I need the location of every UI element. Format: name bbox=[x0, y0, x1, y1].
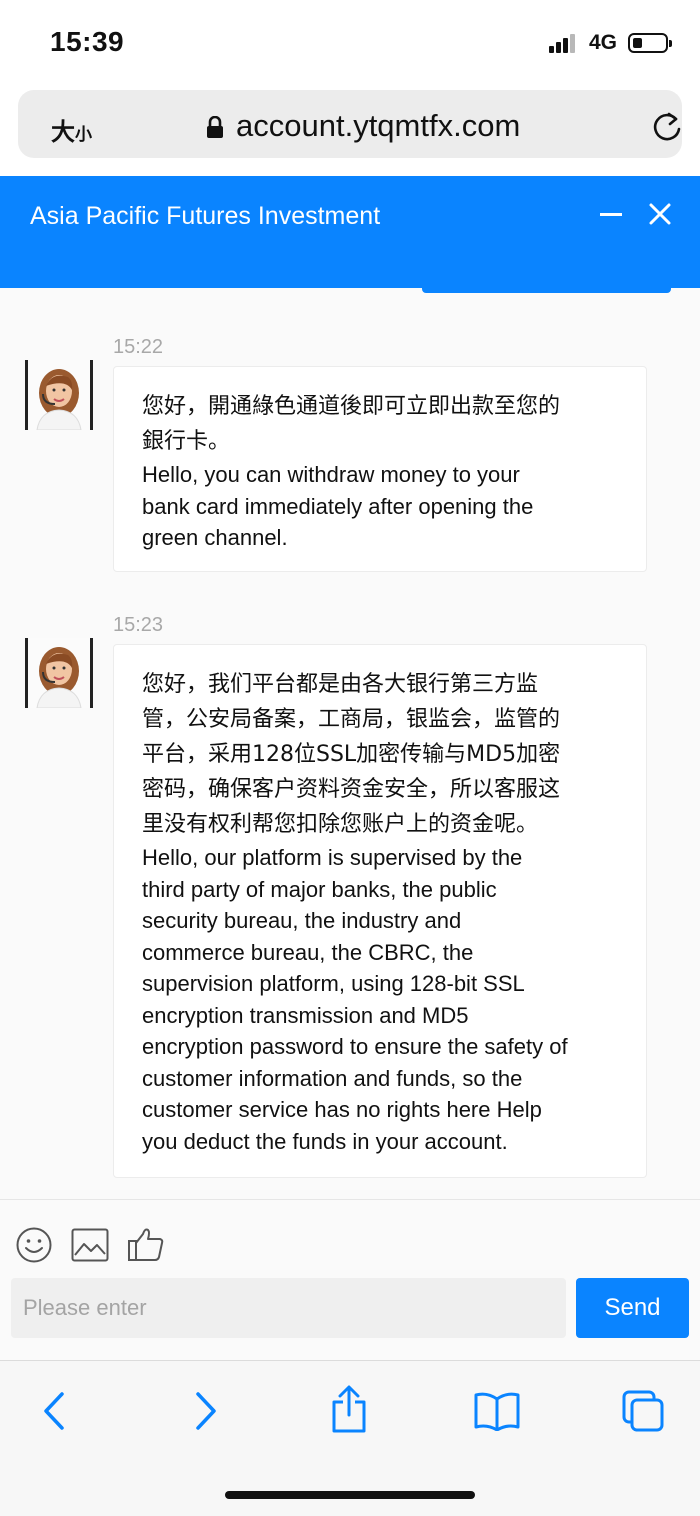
message-text-en: Hello, you can withdraw money to your bbox=[142, 462, 520, 487]
share-icon[interactable] bbox=[329, 1385, 369, 1433]
message-input[interactable] bbox=[11, 1278, 566, 1338]
network-label: 4G bbox=[589, 31, 618, 54]
text-size-small: 小 bbox=[75, 125, 92, 144]
image-icon[interactable] bbox=[71, 1228, 109, 1262]
message-text-zh: 您好，我们平台都是由各大银行第三方监 bbox=[142, 672, 539, 697]
message-text-en: encryption transmission and MD5 bbox=[142, 1002, 469, 1028]
page: 15:39 4G 大小 account.ytqmtfx.com Asia Pac… bbox=[0, 0, 700, 1516]
message-timestamp: 15:22 bbox=[113, 336, 164, 358]
message-text-zh: 平台，采用128位SSL加密传输与MD5加密 bbox=[142, 742, 561, 767]
message-text-en: bank card immediately after opening the bbox=[142, 493, 534, 519]
agent-avatar bbox=[25, 360, 93, 430]
reload-icon[interactable] bbox=[651, 110, 683, 144]
send-button[interactable]: Send bbox=[576, 1278, 689, 1338]
message-text-en: green channel. bbox=[142, 525, 288, 550]
message-text-zh: 里没有权利帮您扣除您账户上的资金呢。 bbox=[142, 812, 539, 837]
message-text-en: supervision platform, using 128-bit SSL bbox=[142, 971, 525, 996]
back-icon[interactable] bbox=[40, 1391, 70, 1431]
url-text: account.ytqmtfx.com bbox=[236, 108, 521, 143]
thumbs-up-icon[interactable] bbox=[127, 1226, 165, 1262]
message-text-en: encryption password to ensure the safety… bbox=[142, 1034, 568, 1059]
tabs-icon[interactable] bbox=[621, 1389, 665, 1433]
message-text-en: customer information and funds, so the bbox=[142, 1065, 523, 1091]
signal-icon bbox=[549, 33, 579, 53]
message-text-zh: 您好，開通綠色通道後即可立即出款至您的 bbox=[142, 394, 561, 419]
message-bubble: 您好，我们平台都是由各大银行第三方监 管，公安局备案，工商局，银监会，监管的 平… bbox=[113, 644, 647, 1178]
status-bar: 15:39 4G bbox=[0, 0, 700, 86]
message-text-zh: 密码，确保客户资料资金安全，所以客服这 bbox=[142, 777, 561, 802]
battery-icon bbox=[628, 33, 672, 53]
message-timestamp: 15:23 bbox=[113, 614, 164, 636]
chat-header: Asia Pacific Futures Investment bbox=[0, 176, 700, 288]
address-bar: 大小 account.ytqmtfx.com bbox=[0, 86, 700, 176]
forward-icon[interactable] bbox=[190, 1391, 220, 1431]
minimize-icon[interactable] bbox=[600, 213, 622, 216]
message-text-zh: 管，公安局备案，工商局，银监会，监管的 bbox=[142, 707, 561, 732]
browser-toolbar bbox=[0, 1360, 700, 1516]
status-time: 15:39 bbox=[50, 26, 125, 57]
message-text-zh: 銀行卡。 bbox=[142, 429, 231, 454]
message-text-en: third party of major banks, the public bbox=[142, 876, 497, 902]
url-field[interactable]: 大小 account.ytqmtfx.com bbox=[18, 90, 682, 158]
message-text-en: commerce bureau, the CBRC, the bbox=[142, 939, 474, 965]
header-tab bbox=[422, 284, 671, 293]
close-icon[interactable] bbox=[648, 202, 672, 226]
emoji-icon[interactable] bbox=[15, 1226, 53, 1264]
text-size-large: 大 bbox=[51, 119, 75, 146]
chat-title: Asia Pacific Futures Investment bbox=[30, 202, 381, 230]
composer: Send bbox=[0, 1199, 700, 1360]
agent-avatar bbox=[25, 638, 93, 708]
message-text-en: security bureau, the industry and bbox=[142, 908, 462, 933]
message-bubble: 您好，開通綠色通道後即可立即出款至您的 銀行卡。 Hello, you can … bbox=[113, 366, 647, 572]
message-text-en: Hello, our platform is supervised by the bbox=[142, 845, 523, 870]
text-size-button[interactable]: 大小 bbox=[51, 112, 92, 147]
message-text-en: you deduct the funds in your account. bbox=[142, 1128, 508, 1154]
bookmarks-icon[interactable] bbox=[473, 1391, 521, 1431]
lock-icon bbox=[207, 116, 223, 138]
home-indicator bbox=[225, 1491, 475, 1499]
message-text-en: customer service has no rights here Help bbox=[142, 1097, 542, 1122]
